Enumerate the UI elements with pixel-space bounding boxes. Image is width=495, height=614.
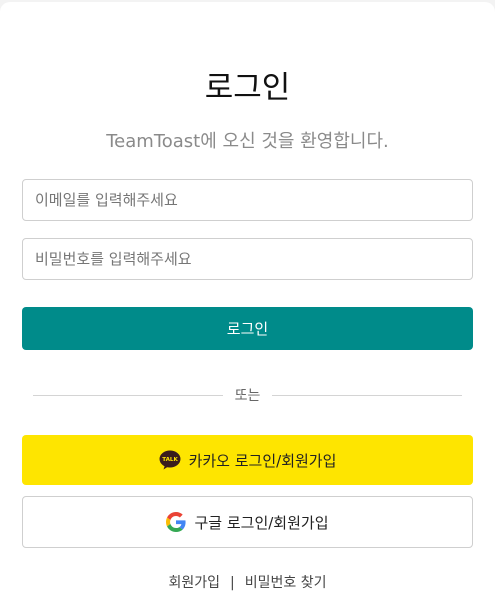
kakao-login-button[interactable]: TALK 카카오 로그인/회원가입 — [22, 435, 473, 485]
login-card: 로그인 TeamToast에 오신 것을 환영합니다. 로그인 또는 TALK … — [0, 2, 495, 614]
divider-line-right — [272, 394, 463, 396]
google-g-icon — [166, 512, 187, 532]
page-title: 로그인 — [204, 70, 291, 106]
divider-line-left — [33, 394, 223, 396]
password-field[interactable] — [22, 238, 473, 280]
google-login-label: 구글 로그인/회원가입 — [194, 513, 329, 532]
or-divider: 또는 — [33, 385, 463, 405]
login-button[interactable]: 로그인 — [22, 307, 473, 350]
footer-links: 회원가입 | 비밀번호 찾기 — [0, 573, 495, 593]
footer-separator: | — [230, 575, 235, 591]
kakao-talk-icon: TALK — [159, 450, 181, 470]
kakao-icon-text: TALK — [162, 457, 178, 463]
login-button-label: 로그인 — [226, 320, 269, 338]
email-field[interactable] — [22, 179, 473, 221]
divider-label: 또는 — [234, 388, 261, 404]
kakao-login-label: 카카오 로그인/회원가입 — [188, 451, 337, 470]
find-password-link[interactable]: 비밀번호 찾기 — [245, 575, 327, 591]
google-login-button[interactable]: 구글 로그인/회원가입 — [22, 496, 473, 548]
signup-link[interactable]: 회원가입 — [169, 575, 221, 591]
welcome-subtitle: TeamToast에 오신 것을 환영합니다. — [106, 131, 389, 152]
